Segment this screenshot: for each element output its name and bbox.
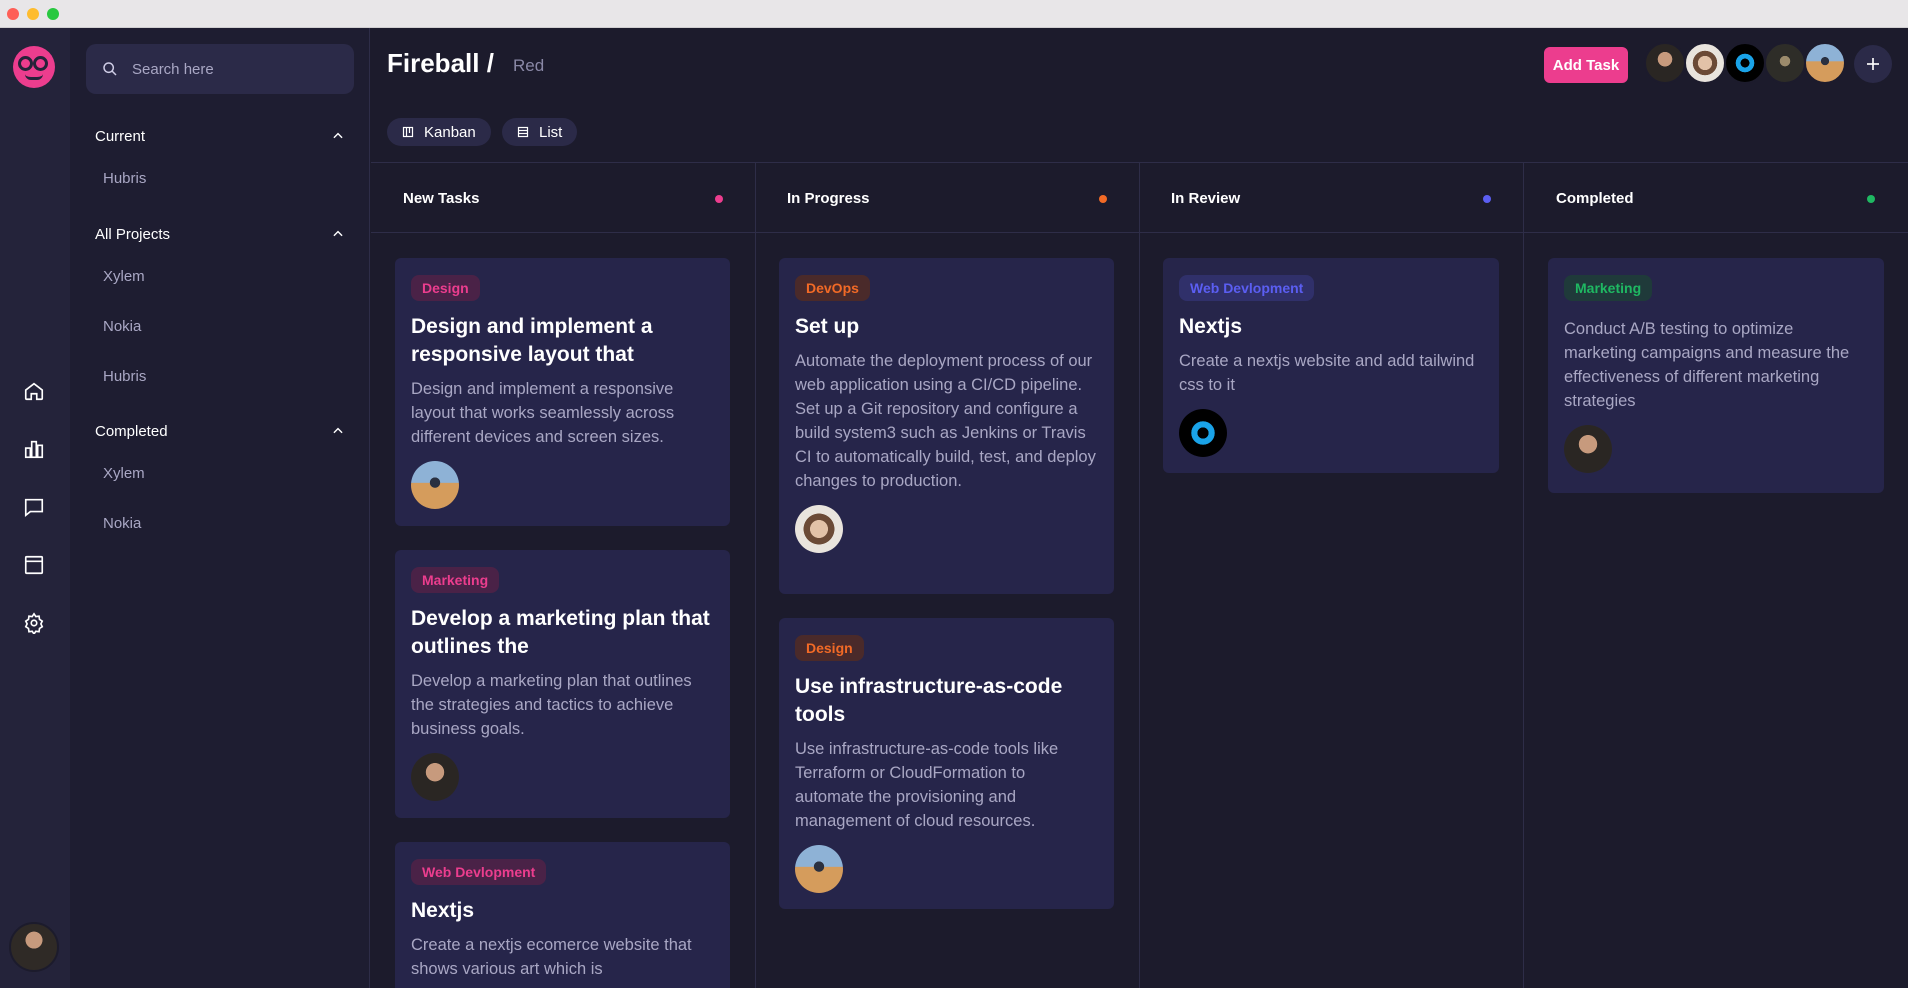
status-dot (1483, 195, 1491, 203)
task-card[interactable]: Web Devlopment Nextjs Create a nextjs ec… (395, 842, 730, 988)
icon-rail (0, 28, 70, 988)
sidebar-item-hubris[interactable]: Hubris (103, 368, 146, 385)
task-title: Nextjs (411, 899, 475, 922)
project-sidebar: Current Hubris All Projects Xylem Nokia … (70, 28, 370, 988)
minimize-window-button[interactable] (27, 8, 39, 20)
search-input[interactable] (132, 60, 332, 78)
task-title: Develop a marketing plan that outlines t… (411, 607, 710, 658)
task-description: Create a nextjs website and add tailwind… (1179, 352, 1475, 394)
chevron-up-icon (333, 427, 343, 434)
chevron-up-icon (333, 132, 343, 139)
section-title: Completed (95, 422, 168, 440)
member-avatar[interactable] (1764, 42, 1806, 84)
page-subtitle: Red (513, 56, 545, 75)
assignee-avatar[interactable] (411, 461, 459, 509)
window-titlebar (0, 0, 1908, 28)
column-title-in-review: In Review (1171, 190, 1241, 207)
add-member-button[interactable] (1854, 45, 1892, 83)
assignee-avatar[interactable] (1179, 409, 1227, 457)
home-icon[interactable] (21, 378, 47, 404)
task-description: Conduct A/B testing to optimize marketin… (1564, 320, 1850, 410)
member-avatar[interactable] (1804, 42, 1846, 84)
status-dot (715, 195, 723, 203)
calendar-icon[interactable] (21, 552, 47, 578)
task-card[interactable]: Web Devlopment Nextjs Create a nextjs we… (1163, 258, 1499, 473)
assignee-avatar[interactable] (795, 845, 843, 893)
member-avatar[interactable] (1684, 42, 1726, 84)
task-card[interactable]: DevOps Set up Automate the deployment pr… (779, 258, 1114, 594)
column-divider (755, 162, 756, 988)
task-title: Use infrastructure-as-code tools (795, 675, 1063, 726)
search-icon (103, 62, 117, 76)
task-title: Design and implement a responsive layout… (411, 315, 653, 366)
add-task-button[interactable]: Add Task (1544, 47, 1628, 83)
task-description: Use infrastructure-as-code tools like Te… (795, 740, 1059, 830)
task-description: Design and implement a responsive layout… (411, 380, 675, 446)
kanban-icon (402, 126, 414, 138)
task-tag: Marketing (411, 567, 500, 593)
section-current[interactable]: Current (95, 124, 345, 148)
task-description: Develop a marketing plan that outlines t… (411, 672, 692, 738)
task-title: Nextjs (1179, 315, 1243, 338)
app-logo[interactable] (13, 46, 55, 88)
task-card[interactable]: Marketing Develop a marketing plan that … (395, 550, 730, 818)
column-divider (1139, 162, 1140, 988)
task-tag: Design (795, 635, 864, 661)
status-dot (1099, 195, 1107, 203)
task-card[interactable]: Design Use infrastructure-as-code tools … (779, 618, 1114, 909)
column-title-new-tasks: New Tasks (403, 190, 480, 207)
assignee-avatar[interactable] (411, 753, 459, 801)
close-window-button[interactable] (7, 8, 19, 20)
task-tag: Design (411, 275, 480, 301)
page-title: Fireball / (387, 48, 494, 78)
sidebar-item-nokia[interactable]: Nokia (103, 515, 141, 532)
column-divider (1523, 162, 1524, 988)
task-tag: Web Devlopment (1179, 275, 1315, 301)
task-description: Create a nextjs ecomerce website that sh… (411, 936, 692, 978)
task-card[interactable]: Marketing Conduct A/B testing to optimiz… (1548, 258, 1884, 493)
tab-label: List (539, 123, 563, 141)
task-card[interactable]: Design Design and implement a responsive… (395, 258, 730, 526)
task-title: Set up (795, 315, 860, 338)
chat-icon[interactable] (21, 494, 47, 520)
chevron-up-icon (333, 230, 343, 237)
column-title-completed: Completed (1556, 190, 1634, 207)
sidebar-item-xylem[interactable]: Xylem (103, 465, 145, 482)
sidebar-item-xylem[interactable]: Xylem (103, 268, 145, 285)
tab-list[interactable]: List (502, 118, 578, 146)
assignee-avatar[interactable] (1564, 425, 1612, 473)
status-dot (1867, 195, 1875, 203)
section-title: All Projects (95, 225, 171, 243)
member-avatar[interactable] (1644, 42, 1686, 84)
section-all-projects[interactable]: All Projects (95, 222, 345, 246)
chart-icon[interactable] (21, 436, 47, 462)
member-avatar[interactable] (1724, 42, 1766, 84)
user-avatar[interactable] (9, 922, 59, 972)
tab-label: Kanban (424, 123, 476, 141)
task-description: Automate the deployment process of our w… (795, 352, 1096, 490)
sidebar-item-hubris[interactable]: Hubris (103, 170, 146, 187)
gear-icon[interactable] (21, 610, 47, 636)
sidebar-item-nokia[interactable]: Nokia (103, 318, 141, 335)
list-icon (517, 126, 529, 138)
plus-icon (1867, 58, 1879, 70)
column-title-in-progress: In Progress (787, 190, 870, 207)
tab-kanban[interactable]: Kanban (387, 118, 491, 146)
section-title: Current (95, 127, 146, 145)
task-tag: Marketing (1564, 275, 1653, 301)
assignee-avatar[interactable] (795, 505, 843, 553)
task-tag: Web Devlopment (411, 859, 547, 885)
maximize-window-button[interactable] (47, 8, 59, 20)
search-box (86, 44, 354, 94)
task-tag: DevOps (795, 275, 870, 301)
section-completed[interactable]: Completed (95, 419, 345, 443)
